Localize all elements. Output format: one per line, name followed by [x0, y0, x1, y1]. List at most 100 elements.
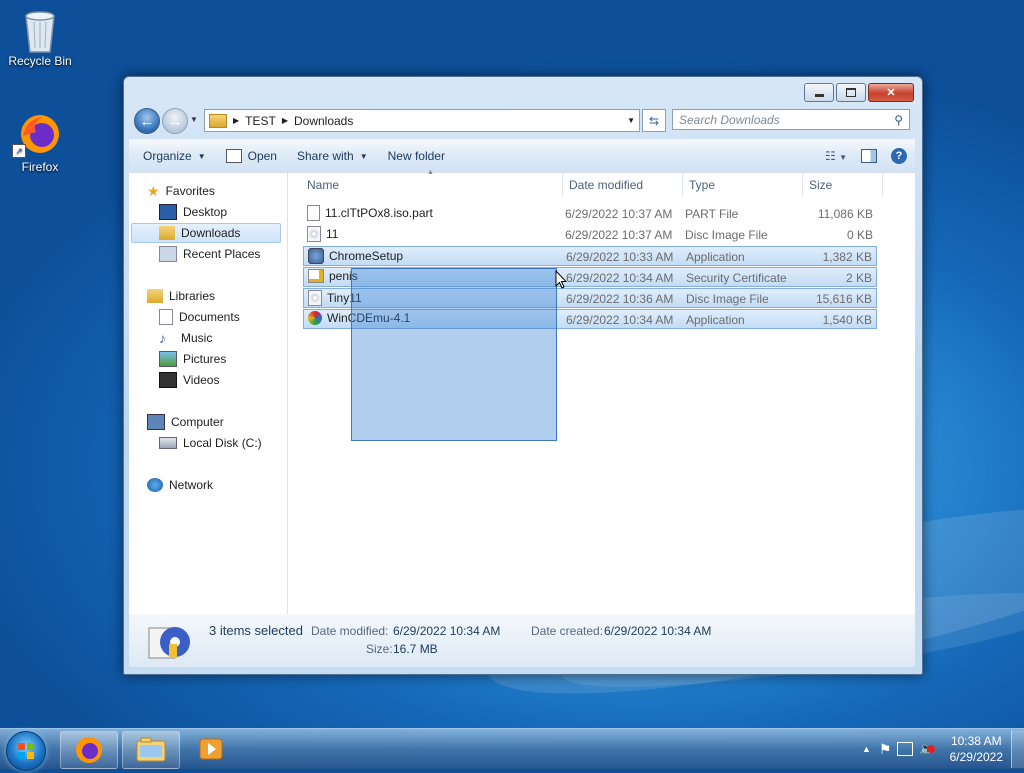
file-date: 6/29/2022 10:34 AM [566, 271, 674, 285]
refresh-button[interactable]: ⇆ [642, 109, 666, 132]
file-date: 6/29/2022 10:36 AM [566, 292, 674, 306]
column-header-name[interactable]: Name [301, 173, 563, 197]
nav-computer[interactable]: Computer [147, 412, 224, 432]
maximize-button[interactable] [836, 83, 866, 102]
forward-button[interactable]: → [162, 108, 188, 134]
pictures-icon [159, 351, 177, 367]
nav-music[interactable]: ♪ Music [159, 328, 212, 348]
details-pane: 3 items selected Date modified: 6/29/202… [129, 614, 915, 667]
nav-documents[interactable]: Documents [159, 307, 240, 327]
window-controls: ✕ [802, 83, 914, 102]
nav-label: Recent Places [183, 247, 261, 261]
nav-label: Videos [183, 373, 220, 387]
nav-favorites[interactable]: ★ Favorites [147, 181, 215, 201]
volume-muted-icon[interactable]: 🔈 [919, 741, 935, 757]
clock-time: 10:38 AM [950, 734, 1002, 748]
organize-button[interactable]: Organize ▼ [143, 149, 206, 163]
documents-icon [159, 309, 173, 325]
nav-recent-places[interactable]: Recent Places [159, 244, 260, 264]
desktop-icon-label: Recycle Bin [8, 54, 72, 68]
minimize-button[interactable] [804, 83, 834, 102]
file-row[interactable]: 11 6/29/2022 10:37 AM Disc Image File 0 KB [303, 225, 877, 245]
minimize-icon [814, 94, 824, 97]
preview-pane-icon[interactable] [861, 149, 877, 163]
file-type: Disc Image File [686, 292, 769, 306]
taskbar: ▲ ⚑ 🔈 10:38 AM 6/29/2022 [0, 728, 1024, 771]
date-modified-label: Date modified: [311, 624, 389, 638]
music-icon: ♪ [159, 330, 166, 346]
application-icon [308, 311, 322, 325]
mouse-cursor-icon [555, 270, 567, 289]
date-created-value: 6/29/2022 10:34 AM [604, 624, 712, 638]
open-icon [225, 149, 242, 163]
help-icon[interactable]: ? [891, 148, 907, 164]
date-created-label: Date created: [531, 624, 604, 638]
recent-pages-dropdown-icon[interactable]: ▼ [190, 115, 198, 124]
action-center-flag-icon[interactable]: ⚑ [879, 741, 892, 758]
show-hidden-icons-icon[interactable]: ▲ [862, 744, 871, 754]
column-header-size[interactable]: Size [803, 173, 883, 197]
selection-thumbnail-icon [147, 622, 191, 662]
clock[interactable]: 10:38 AM 6/29/2022 [950, 733, 1003, 765]
back-button[interactable]: ← [134, 108, 160, 134]
forward-arrow-icon: → [167, 112, 183, 130]
recycle-bin-icon [18, 6, 62, 53]
nav-network[interactable]: Network [147, 475, 213, 495]
nav-label: Computer [171, 415, 224, 429]
file-date: 6/29/2022 10:37 AM [565, 228, 673, 242]
search-box[interactable]: Search Downloads ⚲ [672, 109, 910, 130]
media-player-icon [199, 738, 223, 760]
libraries-icon [147, 289, 163, 303]
share-with-button[interactable]: Share with ▼ [297, 149, 368, 163]
file-row[interactable]: ChromeSetup 6/29/2022 10:33 AM Application… [303, 246, 877, 266]
taskbar-media-player-button[interactable] [184, 731, 240, 767]
nav-videos[interactable]: Videos [159, 370, 219, 390]
dropdown-arrow-icon: ▼ [839, 153, 847, 162]
open-button[interactable]: Open [225, 149, 277, 163]
file-row[interactable]: 11.clTtPOx8.iso.part 6/29/2022 10:37 AM PA… [303, 204, 877, 224]
taskbar-explorer-button[interactable] [122, 731, 180, 769]
nav-desktop[interactable]: Desktop [159, 202, 227, 222]
address-dropdown-icon[interactable]: ▼ [627, 116, 635, 125]
close-button[interactable]: ✕ [868, 83, 914, 102]
file-type: Disc Image File [685, 228, 768, 242]
column-header-type[interactable]: Type [683, 173, 803, 197]
windows-logo-icon [18, 743, 34, 759]
change-view-button[interactable]: ☷ ▼ [825, 149, 847, 163]
show-desktop-button[interactable] [1011, 730, 1024, 768]
column-label: Date modified [569, 178, 644, 192]
nav-pictures[interactable]: Pictures [159, 349, 226, 369]
new-folder-button[interactable]: New folder [388, 149, 445, 163]
breadcrumb-test[interactable]: TEST [245, 114, 276, 128]
file-type: PART File [685, 207, 739, 221]
column-header-date-modified[interactable]: Date modified [563, 173, 683, 197]
recent-places-icon [159, 246, 177, 262]
downloads-folder-icon [159, 226, 175, 240]
nav-label: Favorites [165, 184, 215, 198]
address-bar[interactable]: ▶ TEST ▶ Downloads ▼ [204, 109, 640, 132]
dropdown-arrow-icon: ▼ [359, 151, 368, 161]
nav-label: Documents [179, 310, 240, 324]
nav-libraries[interactable]: Libraries [147, 286, 215, 306]
network-tray-icon[interactable] [897, 742, 914, 756]
taskbar-firefox-button[interactable] [60, 731, 118, 769]
column-label: Name [307, 178, 340, 192]
search-icon: ⚲ [894, 112, 903, 127]
file-size: 15,616 KB [815, 292, 872, 306]
nav-downloads[interactable]: Downloads [131, 223, 281, 243]
desktop-icon-recycle-bin[interactable]: Recycle Bin [0, 6, 80, 68]
disc-image-icon [307, 226, 321, 242]
firefox-icon: ↗ [12, 112, 62, 158]
nav-local-disk[interactable]: Local Disk (C:) [159, 433, 262, 453]
nav-label: Network [169, 478, 214, 492]
computer-icon [147, 414, 165, 430]
start-button[interactable] [6, 731, 46, 771]
share-with-label: Share with [296, 149, 354, 163]
file-type: Security Certificate [686, 271, 787, 285]
maximize-icon [846, 88, 856, 97]
disc-image-icon [308, 290, 322, 306]
desktop-icon-firefox[interactable]: ↗ Firefox [0, 112, 80, 174]
breadcrumb-downloads[interactable]: Downloads [294, 114, 353, 128]
breadcrumb-separator-icon: ▶ [281, 116, 288, 125]
file-size: 1,540 KB [822, 313, 872, 327]
